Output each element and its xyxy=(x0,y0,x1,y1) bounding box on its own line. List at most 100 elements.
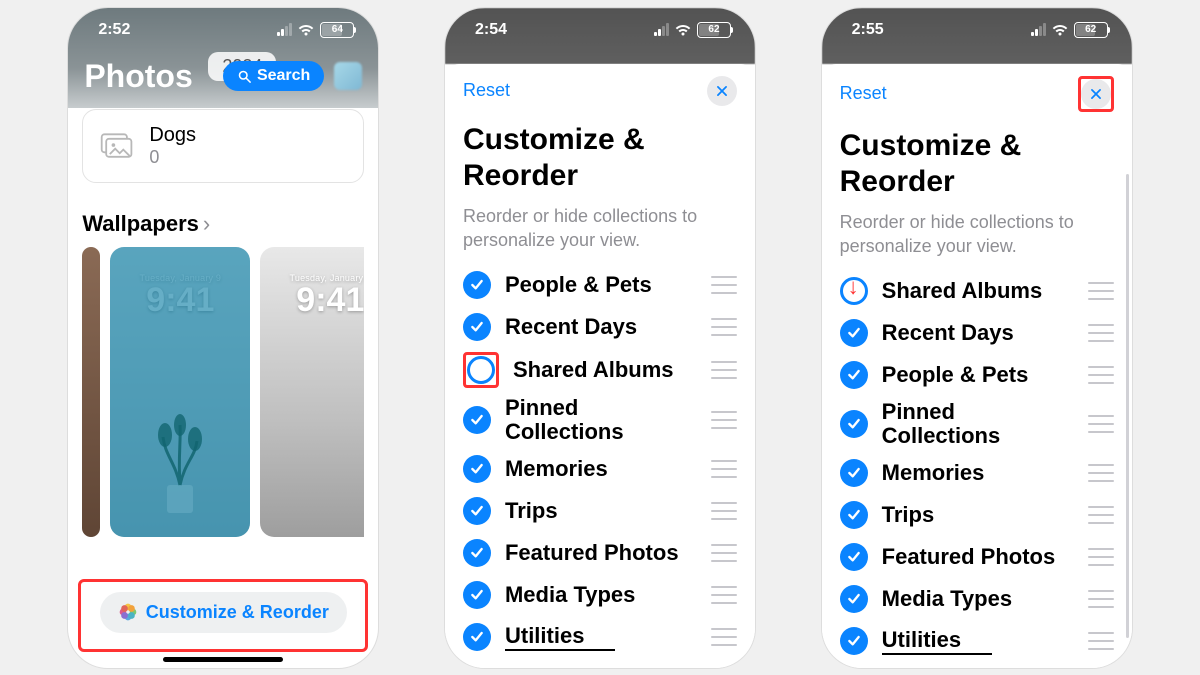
page-title: Photos xyxy=(84,58,192,95)
collection-label: Shared Albums xyxy=(513,358,697,382)
collection-label: Featured Photos xyxy=(505,541,697,565)
collection-row[interactable]: Memories xyxy=(463,452,737,486)
drag-handle-icon[interactable] xyxy=(1088,506,1114,524)
drag-handle-icon[interactable] xyxy=(711,628,737,646)
close-button[interactable] xyxy=(707,76,737,106)
collection-label: Memories xyxy=(505,457,697,481)
collection-checkbox[interactable] xyxy=(463,271,491,299)
collection-label: Utilities xyxy=(882,628,1074,655)
search-button[interactable]: Search xyxy=(223,61,324,91)
wallpaper-thumb[interactable]: Tuesday, January 9 9:41 xyxy=(110,247,250,537)
collection-label: Media Types xyxy=(505,583,697,607)
drag-handle-icon[interactable] xyxy=(711,276,737,294)
status-bar: 2:52 64 xyxy=(68,8,378,52)
collection-checkbox[interactable] xyxy=(463,497,491,525)
drag-handle-icon[interactable] xyxy=(711,502,737,520)
profile-button[interactable] xyxy=(334,62,362,90)
scroll-indicator[interactable] xyxy=(1126,174,1129,638)
collection-row[interactable]: Featured Photos xyxy=(463,536,737,570)
collection-row[interactable]: Memories xyxy=(840,456,1114,490)
drag-handle-icon[interactable] xyxy=(711,544,737,562)
collection-row[interactable]: Utilities xyxy=(840,624,1114,658)
wallpapers-row[interactable]: Tuesday, January 9 9:41 Tuesday, January… xyxy=(82,247,364,537)
customize-reorder-button[interactable]: Customize & Reorder xyxy=(100,592,347,633)
collection-label: Recent Days xyxy=(505,315,697,339)
battery-icon: 62 xyxy=(697,22,731,38)
drag-handle-icon[interactable] xyxy=(1088,632,1114,650)
drag-handle-icon[interactable] xyxy=(1088,548,1114,566)
collection-checkbox[interactable] xyxy=(840,627,868,655)
collection-label: Featured Photos xyxy=(882,545,1074,569)
wallpaper-thumb[interactable] xyxy=(82,247,100,537)
collection-checkbox[interactable] xyxy=(840,361,868,389)
collection-row[interactable]: Shared Albums xyxy=(840,274,1114,308)
collection-checkbox[interactable] xyxy=(840,459,868,487)
checkmark-icon xyxy=(846,367,862,383)
battery-icon: 62 xyxy=(1074,22,1108,38)
collection-row[interactable]: Trips xyxy=(463,494,737,528)
drag-handle-icon[interactable] xyxy=(1088,415,1114,433)
annotation-arrow: ↓ xyxy=(848,274,859,300)
plant-illustration xyxy=(145,407,215,517)
collection-row[interactable]: Featured Photos xyxy=(840,540,1114,574)
collection-checkbox[interactable] xyxy=(840,410,868,438)
drag-handle-icon[interactable] xyxy=(1088,282,1114,300)
collection-checkbox[interactable] xyxy=(840,319,868,347)
collections-list: Shared Albums Recent Days People & Pets Pin… xyxy=(840,274,1114,658)
collection-checkbox[interactable] xyxy=(463,539,491,567)
collection-checkbox[interactable] xyxy=(463,581,491,609)
wallpaper-thumb[interactable]: Tuesday, January 9 9:41 xyxy=(260,247,364,537)
checkmark-icon xyxy=(469,461,485,477)
collection-checkbox[interactable] xyxy=(463,406,491,434)
close-button[interactable] xyxy=(1081,79,1111,109)
collection-row[interactable]: Recent Days xyxy=(840,316,1114,350)
status-time: 2:55 xyxy=(852,21,884,39)
collection-row[interactable]: Utilities xyxy=(463,620,737,654)
drag-handle-icon[interactable] xyxy=(1088,590,1114,608)
search-icon xyxy=(237,69,252,84)
collection-row[interactable]: Shared Albums xyxy=(463,352,737,388)
collection-row[interactable]: People & Pets xyxy=(840,358,1114,392)
highlight-box: Customize & Reorder xyxy=(78,579,368,652)
collection-checkbox[interactable] xyxy=(840,543,868,571)
drag-handle-icon[interactable] xyxy=(1088,464,1114,482)
reset-button[interactable]: Reset xyxy=(463,80,510,101)
collection-checkbox[interactable] xyxy=(840,501,868,529)
collection-checkbox[interactable] xyxy=(840,585,868,613)
collection-row[interactable]: People & Pets xyxy=(463,268,737,302)
home-indicator[interactable] xyxy=(163,657,283,662)
album-card[interactable]: Dogs 0 xyxy=(82,109,364,183)
sheet-title: Customize & Reorder xyxy=(463,122,737,194)
drag-handle-icon[interactable] xyxy=(711,361,737,379)
screenshot-1: 2:52 64 2024 Photos Search xyxy=(68,8,378,668)
collection-row[interactable]: Pinned Collections xyxy=(463,396,737,444)
collection-label: Media Types xyxy=(882,587,1074,611)
collection-checkbox[interactable] xyxy=(463,455,491,483)
collection-checkbox[interactable] xyxy=(467,356,495,384)
collection-row[interactable]: Recent Days xyxy=(463,310,737,344)
sheet-title: Customize & Reorder xyxy=(840,128,1114,200)
customize-sheet: Reset Customize & Reorder Reorder or hid… xyxy=(445,64,755,668)
collection-row[interactable]: Trips xyxy=(840,498,1114,532)
reset-button[interactable]: Reset xyxy=(840,83,887,104)
wifi-icon xyxy=(674,23,692,37)
collection-label: Utilities xyxy=(505,624,697,651)
collection-checkbox[interactable] xyxy=(463,313,491,341)
cellular-icon xyxy=(1031,23,1046,36)
drag-handle-icon[interactable] xyxy=(711,411,737,429)
drag-handle-icon[interactable] xyxy=(711,586,737,604)
wallpapers-section[interactable]: Wallpapers › xyxy=(82,211,364,237)
checkmark-icon xyxy=(469,319,485,335)
drag-handle-icon[interactable] xyxy=(711,460,737,478)
collection-row[interactable]: Media Types xyxy=(840,582,1114,616)
collection-label: Trips xyxy=(505,499,697,523)
collection-row[interactable]: Media Types xyxy=(463,578,737,612)
customize-sheet: Reset Customize & Reorder Reorder or hid… xyxy=(822,64,1132,668)
drag-handle-icon[interactable] xyxy=(1088,366,1114,384)
collection-row[interactable]: Pinned Collections xyxy=(840,400,1114,448)
drag-handle-icon[interactable] xyxy=(1088,324,1114,342)
collection-label: Shared Albums xyxy=(882,279,1074,303)
album-count: 0 xyxy=(149,147,196,168)
collection-checkbox[interactable] xyxy=(463,623,491,651)
drag-handle-icon[interactable] xyxy=(711,318,737,336)
